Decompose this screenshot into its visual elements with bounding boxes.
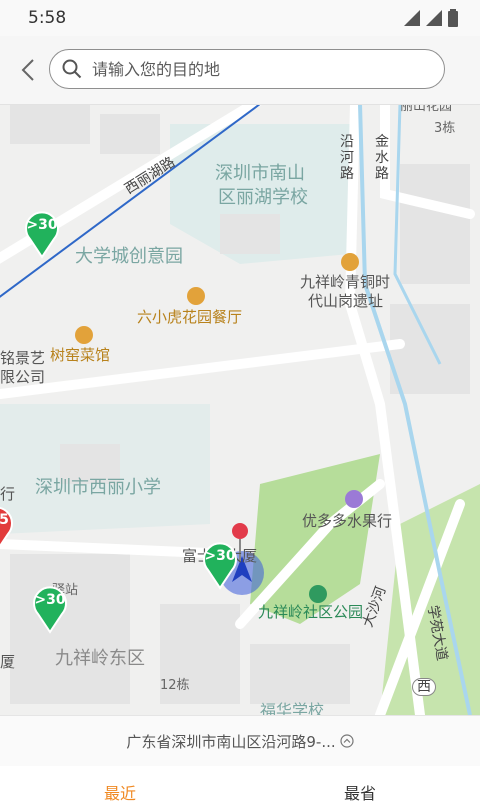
school-label-line2: 区丽湖学校: [218, 187, 308, 208]
school-label-line1: 深圳市南山: [215, 163, 305, 184]
ruins-label-line1: 九祥岭青铜时: [300, 273, 391, 291]
bottom-partial-label: 福华学校: [260, 701, 325, 715]
sort-tabs: 最近 最省: [0, 766, 480, 803]
status-bar: 5:58: [0, 0, 480, 36]
east-area-label: 九祥岭东区: [55, 648, 145, 669]
community-park-label: 九祥岭社区公园: [258, 603, 364, 621]
parking-pin[interactable]: >30: [32, 584, 68, 634]
left-partial-label-2: 行: [0, 485, 16, 503]
pin-label: >30: [204, 548, 236, 564]
tiger-restaurant-label: 六小虎花园餐厅: [137, 308, 243, 326]
parking-pin[interactable]: >30: [202, 540, 238, 590]
mingjing-label-line1: 铭景艺: [0, 349, 46, 367]
left-partial-label: 厦: [0, 653, 16, 671]
map-view[interactable]: 深圳市南山 区丽湖学校 大学城创意园 深圳市西丽小学 九祥岭东区 六小虎花园餐厅…: [0, 104, 480, 715]
status-time: 5:58: [28, 8, 67, 28]
xi-badge: 西: [412, 678, 436, 697]
jinshui-road-label: 金水路: [375, 134, 389, 183]
building-3-label: 3栋: [434, 121, 456, 136]
address-bar[interactable]: 广东省深圳市南山区沿河路9-...: [0, 715, 480, 767]
search-box[interactable]: [49, 49, 445, 89]
status-icons: [404, 9, 458, 27]
search-header: [0, 36, 480, 105]
destination-search-input[interactable]: [90, 58, 414, 80]
signal-icon: [404, 10, 420, 26]
shuyao-restaurant-label: 树窑菜馆: [50, 346, 111, 364]
pin-label: >30: [34, 592, 66, 608]
fruit-store-label: 优多多水果行: [302, 512, 393, 530]
top-partial-label: 丽山花园: [400, 104, 453, 114]
pin-label: >30: [26, 217, 58, 233]
tab-cheapest[interactable]: 最省: [240, 766, 480, 803]
parking-pin-red[interactable]: 5: [0, 504, 14, 554]
creative-park-label: 大学城创意园: [75, 246, 183, 267]
tab-nearest[interactable]: 最近: [0, 766, 240, 803]
chevron-up-icon[interactable]: [340, 734, 354, 748]
building-12-label: 12栋: [160, 678, 190, 693]
battery-icon: [448, 9, 458, 27]
primary-school-label: 深圳市西丽小学: [35, 477, 161, 498]
yanhe-road-label: 沿河路: [340, 134, 354, 183]
signal-icon-2: [426, 10, 442, 26]
search-icon: [62, 59, 82, 79]
back-button[interactable]: [12, 54, 44, 86]
pin-label: 5: [0, 512, 9, 528]
parking-pin[interactable]: >30: [24, 209, 60, 259]
mingjing-label-line2: 限公司: [0, 368, 46, 386]
ruins-label-line2: 代山岗遗址: [308, 292, 384, 310]
back-arrow-icon: [21, 59, 34, 81]
address-text: 广东省深圳市南山区沿河路9-...: [126, 732, 336, 751]
